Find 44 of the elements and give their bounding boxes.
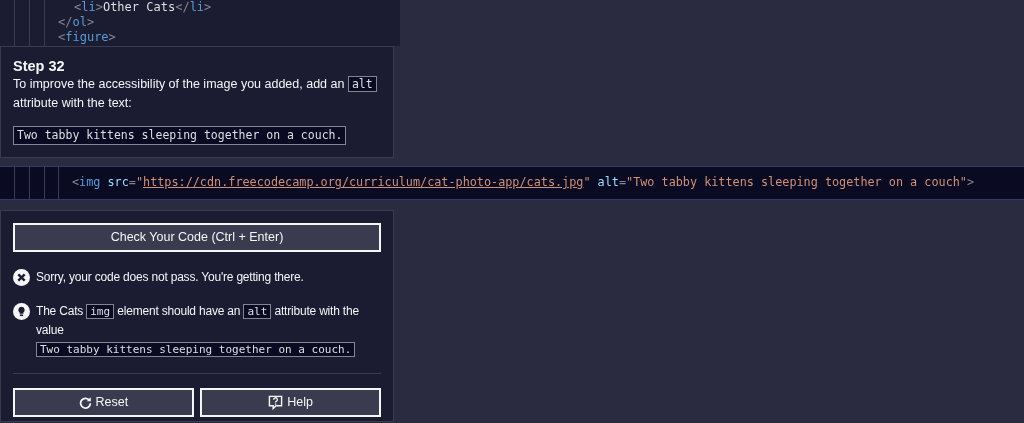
message-text: The Cats [36, 304, 84, 319]
code-attribute: src [107, 175, 129, 190]
code-punctuation: </ [58, 15, 73, 29]
inline-code: alt [347, 76, 377, 92]
inline-code: Two tabby kittens sleeping together on a couch. [36, 342, 356, 358]
code-punctuation: > [86, 15, 95, 29]
inline-code: alt [243, 304, 272, 320]
code-block: Two tabby kittens sleeping together on a couch. [13, 126, 347, 146]
code-string: " [135, 175, 144, 190]
question-bubble-icon [268, 395, 284, 411]
code-tag: ol [72, 15, 87, 29]
code-punctuation: </ [175, 0, 190, 14]
step-title: Step 32 [13, 57, 66, 75]
code-punctuation: = [618, 175, 627, 190]
reset-button[interactable]: Reset [13, 388, 194, 418]
message-text: Sorry, your code does not pass. You're getting there. [36, 270, 304, 285]
instruction-text: attribute with the text: [13, 96, 132, 110]
lightbulb-icon [13, 303, 30, 321]
inline-code: img [86, 304, 115, 320]
close-circle-icon [13, 269, 30, 287]
message-text: value [36, 323, 64, 338]
code-tag: li [189, 0, 205, 14]
check-code-button[interactable]: Check Your Code (Ctrl + Enter) [13, 223, 381, 253]
code-punctuation: < [74, 0, 82, 14]
code-punctuation: < [58, 30, 66, 44]
code-text: Other Cats [102, 0, 176, 14]
reset-icon [78, 396, 92, 410]
code-tag: figure [65, 30, 109, 44]
code-tag: img [79, 175, 101, 190]
message-text: element should have an [117, 304, 241, 319]
code-punctuation: > [108, 30, 116, 44]
code-punctuation: < [72, 175, 80, 190]
code-string: "Two tabby kittens sleeping together on a couch" [626, 175, 967, 190]
message-text: attribute with the [274, 304, 359, 319]
help-button[interactable]: Help [200, 388, 381, 418]
code-link[interactable]: https://cdn.freecodecamp.org/curriculum/cat-photo-app/cats.jpg [143, 175, 584, 190]
code-attribute: alt [597, 175, 619, 190]
code-punctuation: > [95, 0, 103, 14]
code-punctuation: = [128, 175, 136, 190]
code-string: " [583, 175, 591, 190]
code-tag: li [81, 0, 96, 14]
code-punctuation: > [966, 175, 975, 190]
instruction-text: To improve the accessibility of the image you added, add an [13, 77, 345, 91]
code-punctuation: > [204, 0, 212, 14]
